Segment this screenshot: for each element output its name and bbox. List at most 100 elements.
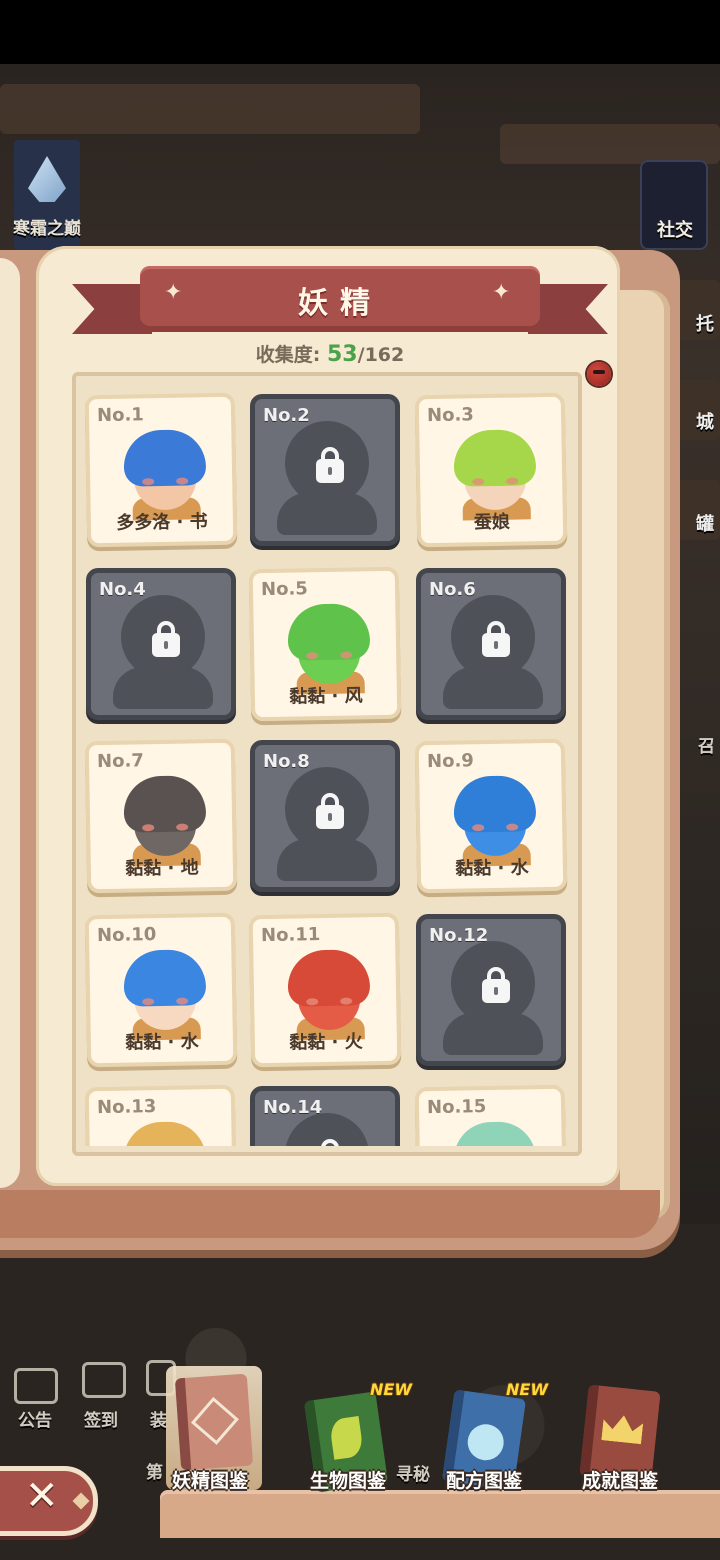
shelf-decoration (0, 84, 420, 134)
status-bar (0, 0, 720, 64)
portrait-hair (453, 429, 537, 487)
card-number: No.5 (260, 578, 309, 601)
fairy-portrait (441, 425, 547, 521)
equip-label: 装 (150, 1411, 167, 1431)
fairy-card[interactable]: No.15 (414, 1084, 568, 1146)
card-name: 黏黏 · 地 (125, 857, 199, 880)
card-name: 多多洛 · 书 (116, 511, 208, 534)
notice-icon[interactable] (14, 1368, 58, 1404)
side-stub-label: 托 (696, 314, 714, 335)
locked-fairy-card[interactable]: No.4 (86, 568, 236, 720)
card-number: No.15 (426, 1096, 487, 1119)
fairy-portrait (111, 425, 217, 521)
locked-fairy-card[interactable]: No.6 (416, 568, 566, 720)
silhouette-body (277, 493, 377, 535)
locked-fairy-card[interactable]: No.14 (250, 1086, 400, 1146)
crown-icon (601, 1410, 644, 1444)
tab-creature-label[interactable]: 生物图鉴 (288, 1466, 408, 1493)
fairy-card[interactable]: No.3 蚕娘 (414, 392, 568, 548)
fairy-portrait (111, 771, 217, 867)
fairy-portrait (441, 771, 547, 867)
tab-achievement-label[interactable]: 成就图鉴 (560, 1466, 680, 1493)
card-number: No.10 (96, 924, 157, 947)
locked-fairy-card[interactable]: No.8 (250, 740, 400, 892)
card-number: No.7 (96, 750, 145, 773)
diamond-decoration (72, 1492, 90, 1510)
social-label: 社交 (657, 220, 693, 241)
card-number: No.11 (260, 924, 321, 947)
card-name: 黏黏 · 水 (455, 857, 529, 880)
fairy-card-grid[interactable]: No.1 多多洛 · 书 No.2 No.3 蚕娘 No.4 No.5 黏黏 · 风 No.6 N… (78, 378, 576, 1146)
card-name: 黏黏 · 水 (125, 1031, 199, 1054)
silhouette-body (443, 667, 543, 709)
tab-recipe-label[interactable]: 配方图鉴 (424, 1466, 544, 1493)
collection-total: /162 (357, 344, 405, 366)
book-page-stack (620, 290, 670, 1220)
fairy-card[interactable]: No.10 黏黏 · 水 (84, 912, 238, 1068)
scrollbar-track[interactable] (590, 378, 602, 1138)
lock-icon (482, 967, 510, 1003)
close-icon: ✕ (25, 1473, 59, 1519)
bottom-tab-bar (160, 1490, 720, 1538)
ice-crystal-icon (28, 156, 66, 202)
ladybug-scroll-thumb[interactable] (587, 362, 611, 386)
lock-icon (152, 621, 180, 657)
fairy-card[interactable]: No.5 黏黏 · 风 (248, 566, 402, 722)
checkin-icon[interactable] (82, 1362, 126, 1398)
silhouette-body (443, 1013, 543, 1055)
portrait-hair (453, 1121, 537, 1146)
locked-fairy-card[interactable]: No.12 (416, 914, 566, 1066)
fairy-card[interactable]: No.7 黏黏 · 地 (84, 738, 238, 894)
tab-fairy-label[interactable]: 妖精图鉴 (150, 1466, 270, 1493)
lock-icon (316, 447, 344, 483)
fairy-book-icon[interactable] (174, 1373, 254, 1471)
title-ribbon: ✦ ✦ 妖精 (72, 266, 608, 338)
portrait-hair (123, 949, 207, 1007)
book-bottom-edge (0, 1190, 660, 1238)
new-badge: NEW (370, 1380, 412, 1399)
card-number: No.1 (96, 404, 145, 427)
potion-icon (465, 1421, 507, 1463)
fairy-portrait (275, 599, 381, 695)
close-button[interactable]: ✕ (0, 1466, 98, 1536)
collection-label: 收集度: (255, 344, 321, 366)
crossed-swords-icon (190, 1396, 239, 1445)
collection-progress: 收集度: 53/162 (0, 340, 660, 367)
card-name: 黏黏 · 火 (289, 1031, 363, 1054)
fairy-portrait (275, 945, 381, 1041)
lock-icon (316, 793, 344, 829)
fairy-portrait (111, 1117, 217, 1146)
fairy-card[interactable]: No.13 (84, 1084, 238, 1146)
fairy-card[interactable]: No.11 黏黏 · 火 (248, 912, 402, 1068)
card-name: 黏黏 · 风 (289, 685, 363, 708)
side-stub-label: 罐 (696, 514, 714, 535)
fairy-portrait (441, 1117, 547, 1146)
collection-current: 53 (327, 342, 358, 367)
frost-peak-label: 寒霜之巅 (13, 219, 81, 239)
portrait-hair (123, 1121, 207, 1146)
page-title: 妖精 (298, 286, 382, 321)
side-cut-label: 召 (698, 737, 715, 757)
notice-label: 公告 (18, 1411, 52, 1431)
card-number: No.13 (96, 1096, 157, 1119)
book-left-page (0, 258, 20, 1188)
silhouette-body (277, 839, 377, 881)
portrait-hair (123, 429, 207, 487)
fairy-card[interactable]: No.9 黏黏 · 水 (414, 738, 568, 894)
portrait-hair (123, 775, 207, 833)
checkin-label: 签到 (84, 1411, 118, 1431)
lock-icon (482, 621, 510, 657)
side-stub-label: 城 (696, 412, 714, 433)
card-number: No.3 (426, 404, 475, 427)
card-name: 蚕娘 (473, 511, 511, 534)
card-number: No.9 (426, 750, 475, 773)
portrait-hair (287, 603, 371, 661)
fairy-portrait (111, 945, 217, 1041)
portrait-hair (287, 949, 371, 1007)
new-badge: NEW (506, 1380, 548, 1399)
locked-fairy-card[interactable]: No.2 (250, 394, 400, 546)
leaf-icon (328, 1416, 365, 1460)
fairy-card[interactable]: No.1 多多洛 · 书 (84, 392, 238, 548)
silhouette-body (113, 667, 213, 709)
portrait-hair (453, 775, 537, 833)
